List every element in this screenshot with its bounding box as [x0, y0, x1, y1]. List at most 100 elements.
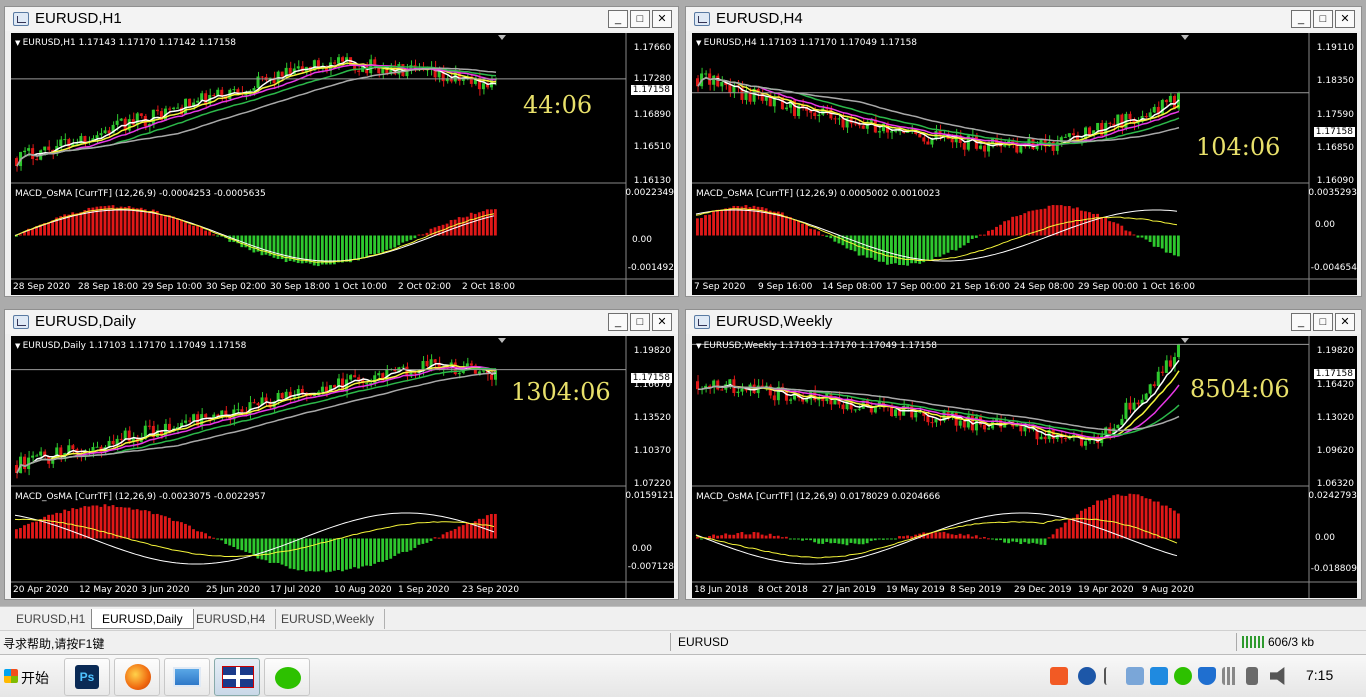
macd-histogram-bar — [296, 235, 300, 264]
tab-eurusd-h4[interactable]: EURUSD,H4 — [186, 609, 277, 629]
candle-body — [987, 428, 991, 430]
macd-histogram-bar — [260, 235, 264, 256]
macd-histogram-bar — [1055, 528, 1059, 539]
macd-histogram-bar — [131, 207, 135, 236]
macd-histogram-bar — [1039, 209, 1043, 236]
window-titlebar[interactable]: EURUSD,H4 _ □ ✕ — [686, 7, 1361, 31]
candle-body — [35, 455, 39, 457]
macd-histogram-bar — [1055, 205, 1059, 236]
close-button[interactable]: ✕ — [652, 10, 672, 28]
minimize-button[interactable]: _ — [608, 10, 628, 28]
macd-histogram-bar — [1136, 494, 1140, 539]
macd-histogram-bar — [409, 235, 413, 240]
show-hidden-icons-icon[interactable] — [1104, 667, 1114, 685]
tab-eurusd-daily[interactable]: EURUSD,Daily — [91, 609, 194, 629]
taskbar-photoshop-button[interactable]: Ps — [64, 658, 110, 696]
macd-histogram-bar — [184, 523, 187, 539]
chat-tray-icon[interactable] — [1150, 667, 1168, 685]
start-button[interactable]: 开始 — [2, 663, 56, 691]
chart-window-h1[interactable]: EURUSD,H1 _ □ ✕ EURUSD,H1 1.17143 1.1717… — [4, 6, 679, 297]
tab-eurusd-weekly[interactable]: EURUSD,Weekly — [271, 609, 386, 629]
candle-body — [103, 130, 107, 134]
candle-body — [1116, 424, 1120, 429]
tab-eurusd-h1[interactable]: EURUSD,H1 — [6, 609, 97, 629]
maximize-button[interactable]: □ — [630, 313, 650, 331]
candle-body — [280, 71, 284, 77]
candle-body — [23, 150, 27, 153]
close-button[interactable]: ✕ — [652, 313, 672, 331]
maximize-button[interactable]: □ — [630, 10, 650, 28]
candle-body — [760, 93, 764, 101]
price-tick: 1.07220 — [633, 479, 671, 489]
macd-tick: -0.007128 — [627, 562, 674, 572]
chart-window-weekly[interactable]: EURUSD,Weekly _ □ ✕ EURUSD,Weekly 1.1710… — [685, 309, 1362, 600]
photoshop-icon: Ps — [75, 665, 99, 689]
minimize-button[interactable]: _ — [608, 313, 628, 331]
time-tick: 21 Sep 16:00 — [950, 282, 1011, 292]
taskbar-picture-viewer-button[interactable] — [164, 658, 210, 696]
window-titlebar[interactable]: EURUSD,H1 _ □ ✕ — [5, 7, 678, 31]
macd-histogram-bar — [1144, 235, 1148, 240]
macd-histogram-bar — [716, 209, 720, 236]
candle-body — [720, 82, 724, 87]
macd-histogram-bar — [341, 235, 344, 263]
window-titlebar[interactable]: EURUSD,Daily _ □ ✕ — [5, 310, 678, 334]
macd-histogram-bar — [461, 525, 465, 539]
macd-histogram-bar — [167, 517, 171, 539]
help-icon[interactable] — [1078, 667, 1096, 685]
wechat-tray-icon[interactable] — [1174, 667, 1192, 685]
macd-histogram-bar — [469, 212, 473, 236]
status-symbol: EURUSD — [678, 635, 729, 649]
close-button[interactable]: ✕ — [1335, 313, 1355, 331]
candle-body — [1128, 402, 1132, 410]
macd-histogram-bar — [1075, 207, 1079, 236]
chart-canvas[interactable]: EURUSD,H4 1.17103 1.17170 1.17049 1.1715… — [692, 33, 1357, 295]
security-shield-icon[interactable] — [1198, 667, 1216, 685]
chart-canvas[interactable]: EURUSD,Daily 1.17103 1.17170 1.17049 1.1… — [11, 336, 674, 598]
macd-histogram-bar — [837, 538, 841, 544]
macd-histogram-bar — [200, 531, 203, 539]
macd-histogram-bar — [433, 227, 437, 236]
time-tick: 30 Sep 18:00 — [270, 282, 331, 292]
macd-histogram-bar — [906, 235, 910, 266]
sogou-input-icon[interactable] — [1050, 667, 1068, 685]
taskbar-wechat-button[interactable] — [264, 658, 310, 696]
chart-window-h4[interactable]: EURUSD,H4 _ □ ✕ EURUSD,H4 1.17103 1.1717… — [685, 6, 1362, 297]
maximize-button[interactable]: □ — [1313, 313, 1333, 331]
volume-icon[interactable] — [1270, 667, 1285, 685]
macd-histogram-bar — [821, 538, 825, 544]
macd-histogram-bar — [389, 235, 393, 249]
price-tick: 1.06320 — [1316, 479, 1354, 489]
close-button[interactable]: ✕ — [1335, 10, 1355, 28]
macd-histogram-bar — [700, 217, 703, 236]
maximize-button[interactable]: □ — [1313, 10, 1333, 28]
taskbar-browser-button[interactable] — [114, 658, 160, 696]
chart-window-daily[interactable]: EURUSD,Daily _ □ ✕ EURUSD,Daily 1.17103 … — [4, 309, 679, 600]
network-tray-icon[interactable] — [1126, 667, 1144, 685]
chart-canvas[interactable]: EURUSD,H1 1.17143 1.17170 1.17142 1.1715… — [11, 33, 674, 295]
candle-body — [212, 95, 216, 97]
macd-histogram-bar — [995, 538, 998, 541]
macd-histogram-bar — [873, 538, 877, 541]
taskbar-metatrader-button[interactable] — [214, 658, 260, 696]
candle-body — [696, 381, 700, 390]
signal-strength-icon[interactable] — [1222, 667, 1240, 685]
minimize-button[interactable]: _ — [1291, 10, 1311, 28]
macd-histogram-bar — [869, 538, 873, 541]
candle-body — [332, 385, 336, 388]
macd-histogram-bar — [748, 207, 752, 236]
price-tick: 1.09620 — [1316, 446, 1354, 456]
minimize-button[interactable]: _ — [1291, 313, 1311, 331]
clock[interactable]: 7:15 — [1306, 667, 1333, 683]
window-titlebar[interactable]: EURUSD,Weekly _ □ ✕ — [686, 310, 1361, 334]
macd-histogram-bar — [1007, 220, 1011, 236]
macd-histogram-bar — [163, 214, 167, 236]
candle-body — [1132, 402, 1136, 410]
macd-tick: -0.001492 — [627, 263, 674, 273]
chart-canvas[interactable]: EURUSD,Weekly 1.17103 1.17170 1.17049 1.… — [692, 336, 1357, 598]
battery-icon[interactable] — [1246, 667, 1258, 685]
time-tick: 29 Sep 00:00 — [1078, 282, 1139, 292]
candle-body — [853, 409, 857, 411]
macd-histogram-bar — [377, 538, 381, 562]
macd-histogram-bar — [966, 534, 970, 539]
